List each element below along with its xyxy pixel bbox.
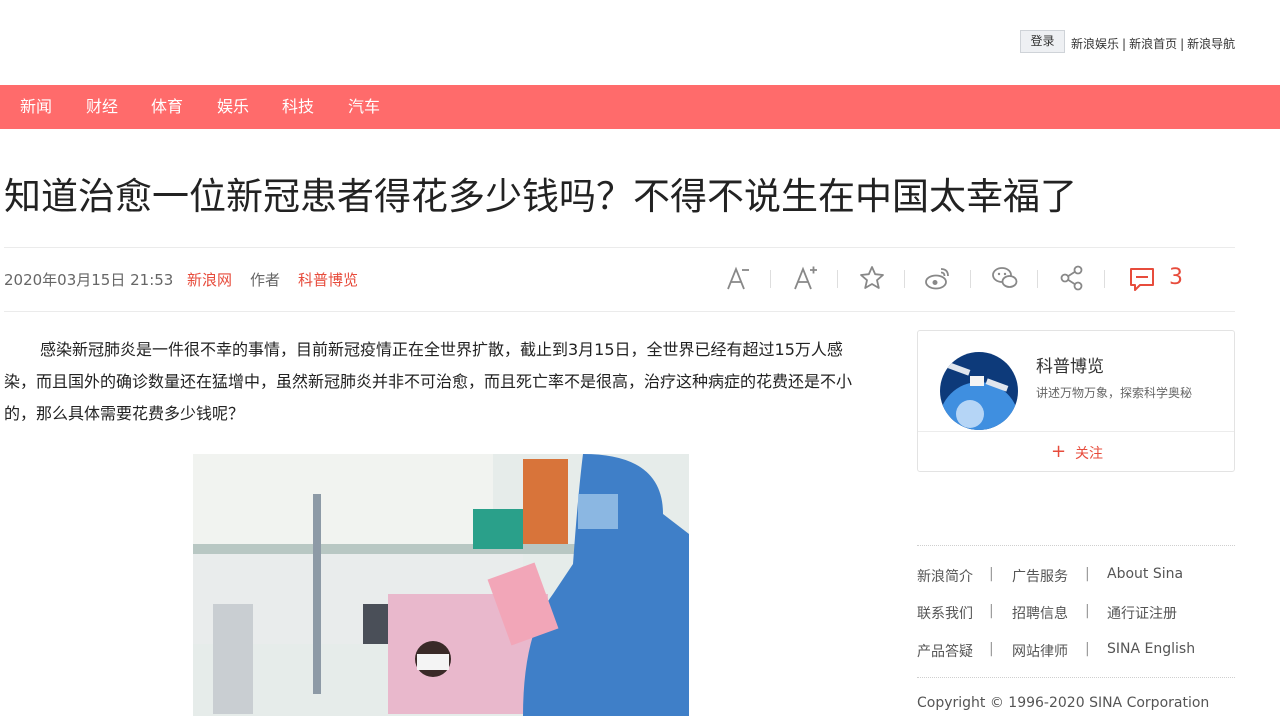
article-date: 2020年03月15日 21:53 (4, 271, 174, 289)
avatar[interactable] (940, 352, 1018, 430)
footer-link-jobs[interactable]: 招聘信息 (1012, 603, 1068, 623)
author-card: 科普博览 讲述万物万象，探索科学奥秘 + 关注 (917, 330, 1235, 472)
footer-link-english[interactable]: SINA English (1107, 641, 1195, 657)
footer-link-ads[interactable]: 广告服务 (1012, 566, 1068, 586)
top-link-ent[interactable]: 新浪娱乐 (1071, 37, 1119, 51)
star-icon[interactable] (857, 263, 887, 293)
follow-button[interactable]: + 关注 (918, 432, 1234, 472)
separator: | (1085, 566, 1090, 582)
copyright: Copyright © 1996-2020 SINA Corporation (917, 695, 1210, 711)
main-nav: 新闻 财经 体育 娱乐 科技 汽车 (0, 85, 1280, 129)
font-increase-icon[interactable] (790, 263, 820, 293)
comment-count[interactable]: 3 (1169, 265, 1183, 290)
separator (837, 270, 838, 288)
weibo-icon[interactable] (923, 263, 953, 293)
top-link-nav[interactable]: 新浪导航 (1187, 37, 1235, 51)
separator: | (1085, 603, 1090, 619)
author-name[interactable]: 科普博览 (1036, 352, 1104, 377)
divider (4, 247, 1235, 248)
separator: | (989, 566, 994, 582)
footer-link-register[interactable]: 通行证注册 (1107, 603, 1177, 623)
font-decrease-icon[interactable] (723, 263, 753, 293)
article-title: 知道治愈一位新冠患者得花多少钱吗？不得不说生在中国太幸福了 (4, 175, 1077, 218)
nav-item-auto[interactable]: 汽车 (348, 85, 380, 129)
separator: | (989, 641, 994, 657)
separator: | (1085, 641, 1090, 657)
separator: | (1180, 37, 1185, 51)
top-link-home[interactable]: 新浪首页 (1129, 37, 1177, 51)
top-bar: 登录 新浪娱乐 | 新浪首页 | 新浪导航 (0, 0, 1280, 85)
footer-link-faq[interactable]: 产品答疑 (917, 641, 973, 661)
follow-label: 关注 (1075, 446, 1103, 462)
nav-item-ent[interactable]: 娱乐 (217, 85, 249, 129)
nav-item-sports[interactable]: 体育 (151, 85, 183, 129)
separator (1037, 270, 1038, 288)
divider (917, 545, 1235, 546)
article-paragraph: 感染新冠肺炎是一件很不幸的事情，目前新冠疫情正在全世界扩散，截止到3月15日，全… (4, 340, 853, 423)
author-label: 作者 (250, 271, 281, 289)
article-photo (193, 454, 689, 716)
comment-icon[interactable] (1127, 264, 1157, 294)
author-description: 讲述万物万象，探索科学奥秘 (1036, 386, 1193, 400)
separator (770, 270, 771, 288)
top-links: 新浪娱乐 | 新浪首页 | 新浪导航 (1071, 35, 1235, 52)
nav-item-news[interactable]: 新闻 (20, 85, 52, 129)
separator (904, 270, 905, 288)
wechat-icon[interactable] (990, 263, 1020, 293)
separator (1104, 270, 1105, 288)
separator (970, 270, 971, 288)
separator: | (1122, 37, 1127, 51)
share-icon[interactable] (1057, 263, 1087, 293)
footer-link-about[interactable]: 新浪简介 (917, 566, 973, 586)
login-button[interactable]: 登录 (1020, 30, 1065, 53)
footer-link-about-en[interactable]: About Sina (1107, 566, 1183, 582)
article-source-link[interactable]: 新浪网 (187, 269, 232, 290)
nav-item-finance[interactable]: 财经 (86, 85, 118, 129)
footer-link-lawyer[interactable]: 网站律师 (1012, 641, 1068, 661)
nav-item-tech[interactable]: 科技 (282, 85, 314, 129)
divider (4, 311, 1235, 312)
plus-icon: + (1051, 441, 1067, 462)
divider (917, 677, 1235, 678)
separator: | (989, 603, 994, 619)
article-author-link[interactable]: 科普博览 (298, 269, 358, 290)
footer-link-contact[interactable]: 联系我们 (917, 603, 973, 623)
